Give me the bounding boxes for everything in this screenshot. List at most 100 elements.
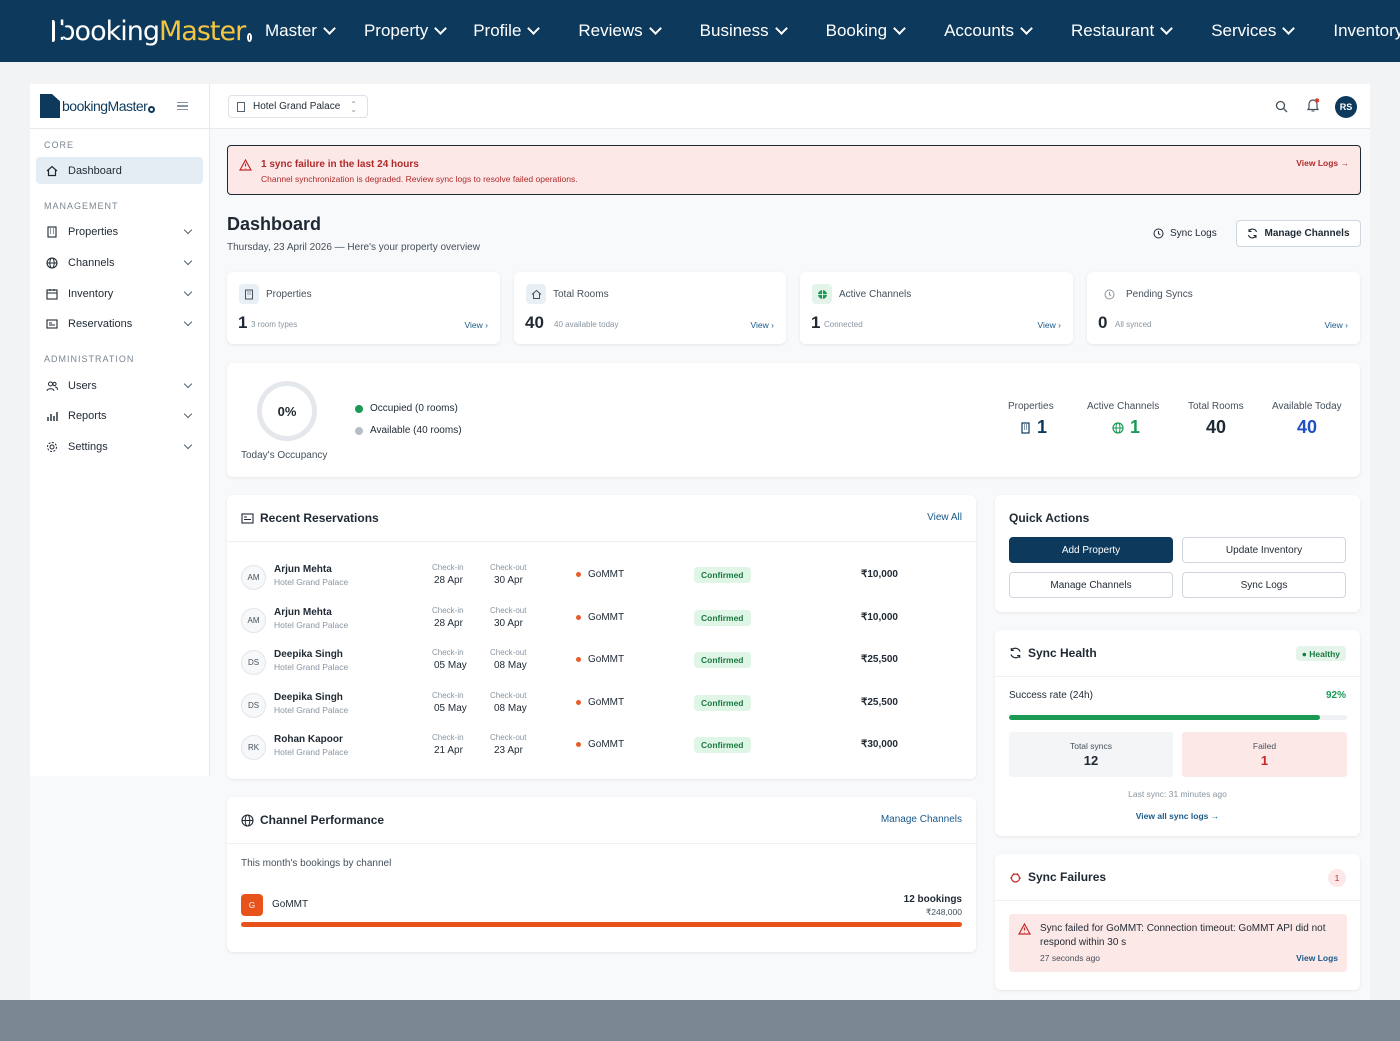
sidebar-item-users[interactable]: Users <box>36 372 203 399</box>
view-all-reservations-link[interactable]: View All <box>927 512 962 523</box>
chevron-down-icon <box>893 22 906 35</box>
occupancy-caption: Today's Occupancy <box>241 450 328 461</box>
refresh-icon <box>1010 647 1021 659</box>
failure-view-logs-link[interactable]: View Logs <box>1296 953 1338 963</box>
collapse-menu-icon[interactable] <box>177 102 189 110</box>
nav-business[interactable]: Business <box>700 21 788 41</box>
view-all-sync-logs-link[interactable]: View all sync logs → <box>995 811 1360 821</box>
sync-failures-title: Sync Failures <box>1009 870 1106 884</box>
chevron-down-icon <box>1160 22 1174 35</box>
channel-dot-icon <box>576 572 581 577</box>
section-core: CORE <box>44 140 75 150</box>
sync-health-title: Sync Health <box>1009 646 1097 660</box>
sidebar-item-reservations[interactable]: Reservations <box>36 310 203 337</box>
nav-accounts[interactable]: Accounts <box>944 21 1033 41</box>
success-rate-label: Success rate (24h) <box>1009 690 1093 701</box>
channel-performance-title: Channel Performance <box>241 813 384 827</box>
status-badge: Confirmed <box>694 737 751 753</box>
occupancy-card: 0% Today's Occupancy Occupied (0 rooms) … <box>227 363 1360 477</box>
stat-value: 0 <box>1098 313 1108 332</box>
stat-sub: 40 available today <box>554 320 619 329</box>
channel-label: GoMMT <box>588 569 625 580</box>
chevron-down-icon <box>183 379 193 389</box>
reservation-row[interactable]: DS Deepika Singh Hotel Grand Palace Check-i… <box>241 644 961 684</box>
section-administration: ADMINISTRATION <box>44 354 135 364</box>
reservation-row[interactable]: AM Arjun Mehta Hotel Grand Palace Check-in 2… <box>241 559 961 599</box>
gear-icon <box>47 441 57 452</box>
nav-restaurant[interactable]: Restaurant <box>1071 21 1174 41</box>
chevron-down-icon <box>323 22 336 35</box>
globe-icon <box>46 256 58 269</box>
reservation-amount: ₹25,500 <box>861 654 898 665</box>
search-icon[interactable] <box>1275 100 1288 113</box>
reservation-row[interactable]: RK Rohan Kapoor Hotel Grand Palace Check-in… <box>241 729 961 769</box>
sidebar-item-label: Reservations <box>68 317 133 330</box>
stat-view-link[interactable]: View › <box>1038 320 1061 330</box>
stat-sub: Connected <box>824 320 863 329</box>
recent-reservations-card: Recent Reservations View All AM Arjun Meh… <box>227 495 976 779</box>
page-footer-band <box>0 1000 1400 1041</box>
stat-view-link[interactable]: View › <box>751 320 774 330</box>
status-badge: Confirmed <box>694 652 751 668</box>
status-badge: Confirmed <box>694 567 751 583</box>
sidebar-item-settings[interactable]: Settings <box>36 433 203 460</box>
guest-hotel: Hotel Grand Palace <box>274 577 349 587</box>
page-title: Dashboard <box>227 214 322 234</box>
globe-icon <box>241 813 254 827</box>
channel-label: GoMMT <box>588 739 625 750</box>
reservations-title-text: Recent Reservations <box>260 511 379 525</box>
alert-view-logs-link[interactable]: View Logs → <box>1296 158 1349 168</box>
checkout-date: 30 Apr <box>494 617 523 629</box>
nav-booking[interactable]: Booking <box>826 21 906 41</box>
chevron-down-icon <box>183 225 193 235</box>
mini-stat-label: Available Today <box>1272 401 1342 412</box>
update-inventory-button[interactable]: Update Inventory <box>1182 537 1346 563</box>
legend-occupied: Occupied (0 rooms) <box>355 403 458 414</box>
sidebar-logo[interactable]: bookingMaster <box>30 84 209 129</box>
reservation-amount: ₹25,500 <box>861 696 898 708</box>
refresh-icon <box>1248 228 1258 239</box>
manage-channels-button[interactable]: Manage Channels <box>1236 220 1361 247</box>
sync-logs-quick-button[interactable]: Sync Logs <box>1182 572 1346 598</box>
last-sync-time: Last sync: 31 minutes ago <box>1128 789 1227 799</box>
sidebar-item-properties[interactable]: Properties <box>36 218 203 245</box>
failed-syncs-label: Failed <box>1252 741 1277 751</box>
channel-performance-title-text: Channel Performance <box>260 813 385 827</box>
manage-channels-link[interactable]: Manage Channels <box>881 814 962 825</box>
sidebar-item-channels[interactable]: Channels <box>36 249 203 276</box>
mini-stat-label: Active Channels <box>1087 401 1160 412</box>
user-avatar[interactable]: RS <box>1335 96 1357 118</box>
sidebar-item-reports[interactable]: Reports <box>36 402 203 429</box>
calendar-icon <box>46 288 58 300</box>
checkout-label: Check-out <box>490 690 527 700</box>
add-property-button[interactable]: Add Property <box>1009 537 1173 563</box>
stat-sub: All synced <box>1115 320 1152 329</box>
nav-master[interactable]: Master <box>265 21 336 41</box>
sidebar-item-dashboard[interactable]: Dashboard <box>36 157 203 184</box>
reservation-row[interactable]: AM Arjun Mehta Hotel Grand Palace Check-in 2… <box>241 602 961 642</box>
nav-reviews[interactable]: Reviews <box>578 21 662 41</box>
stat-view-link[interactable]: View › <box>465 320 488 330</box>
reservation-row[interactable]: DS Deepika Singh Hotel Grand Palace Check-i… <box>241 687 961 727</box>
channel-name: GoMMT <box>272 899 309 910</box>
sidebar-item-inventory[interactable]: Inventory <box>36 280 203 307</box>
success-rate-track <box>1009 715 1347 720</box>
divider <box>227 843 976 844</box>
bell-icon[interactable] <box>1306 98 1320 113</box>
property-selector[interactable]: Hotel Grand Palace ⌃ ⌄ <box>228 95 368 118</box>
brand-logo[interactable]: bookingMaster <box>52 16 252 47</box>
stat-view-link[interactable]: View › <box>1325 320 1348 330</box>
checkout-date: 08 May <box>494 702 527 714</box>
stat-label: Total Rooms <box>553 289 609 300</box>
warning-icon <box>1018 923 1031 935</box>
nav-property[interactable]: Property <box>364 21 448 41</box>
sync-logs-button[interactable]: Sync Logs <box>1153 228 1217 239</box>
manage-channels-quick-button[interactable]: Manage Channels <box>1009 572 1173 598</box>
guest-name: Deepika Singh <box>274 649 343 660</box>
stat-label: Active Channels <box>839 289 912 300</box>
nav-inventory[interactable]: Inventory <box>1333 21 1400 41</box>
nav-profile[interactable]: Profile <box>473 21 541 41</box>
failed-syncs-value: 1 <box>1260 753 1269 768</box>
nav-services[interactable]: Services <box>1211 21 1296 41</box>
globe-icon <box>1112 421 1124 434</box>
